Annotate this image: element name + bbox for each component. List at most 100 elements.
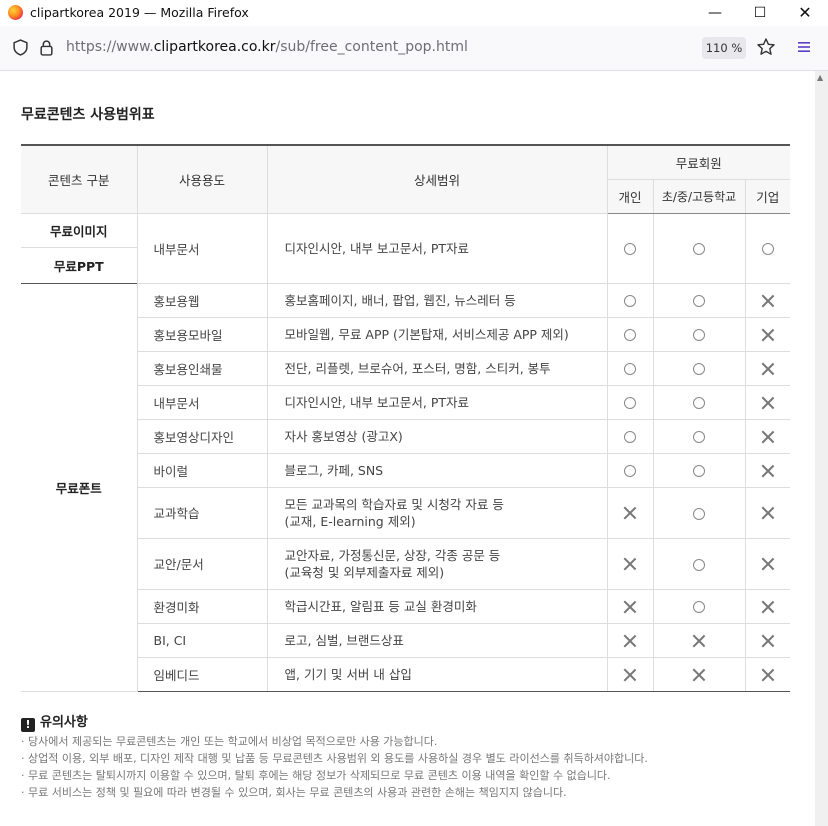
mark-personal	[607, 283, 654, 318]
mark-personal	[607, 213, 654, 284]
mark-personal	[607, 351, 654, 386]
table-row: 홍보용모바일 모바일웹, 무료 APP (기본탑재, 서비스제공 APP 제외)	[21, 317, 791, 352]
cross-icon	[623, 668, 637, 682]
detail-cell: 디자인시안, 내부 보고문서, PT자료	[267, 213, 608, 284]
table-row: 홍보용인쇄물 전단, 리플렛, 브로슈어, 포스터, 명함, 스티커, 봉투	[21, 351, 791, 386]
minimize-icon[interactable]: —	[692, 0, 738, 26]
category-font: 무료폰트	[21, 283, 138, 692]
notice-item: 상업적 이용, 외부 배포, 디자인 제작 대행 및 납품 등 무료콘텐츠 사용…	[21, 750, 648, 767]
detail-note: (교육청 및 외부제출자료 제외)	[284, 564, 445, 580]
detail-cell: 블로그, 카페, SNS	[267, 453, 608, 488]
table-row: 바이럴 블로그, 카페, SNS	[21, 453, 791, 488]
notice-item: 무료 콘텐츠는 탈퇴시까지 이용할 수 있으며, 탈퇴 후에는 해당 정보가 삭…	[21, 767, 648, 784]
detail-line: 모바일웹, 무료 APP (기본탑재, 서비스제공 APP 제외)	[284, 326, 569, 342]
mark-school	[653, 657, 746, 692]
mark-personal	[607, 385, 654, 420]
table-row: 환경미화 학급시간표, 알림표 등 교실 환경미화	[21, 589, 791, 624]
cross-icon	[761, 668, 775, 682]
usage-cell: 환경미화	[137, 589, 268, 624]
star-icon[interactable]	[756, 37, 776, 57]
usage-table: 콘텐츠 구분 사용용도 상세범위 무료회원 개인 초/중/고등학교 기업 무료이…	[21, 144, 791, 692]
category-image: 무료이미지	[21, 213, 138, 248]
detail-line: 블로그, 카페, SNS	[284, 462, 384, 478]
cross-icon	[623, 506, 637, 520]
circle-icon	[693, 558, 705, 571]
cross-icon	[623, 557, 637, 571]
header-usage: 사용용도	[137, 144, 268, 214]
header-personal: 개인	[607, 179, 654, 214]
mark-personal	[607, 453, 654, 488]
mark-personal	[607, 623, 654, 658]
page-title: 무료콘텐츠 사용범위표	[21, 107, 155, 123]
table-row: 임베디드 앱, 기기 및 서버 내 삽입	[21, 657, 791, 692]
detail-line: 학급시간표, 알림표 등 교실 환경미화	[284, 598, 477, 614]
detail-line: 전단, 리플렛, 브로슈어, 포스터, 명함, 스티커, 봉투	[284, 360, 551, 376]
header-school: 초/중/고등학교	[653, 179, 746, 214]
mark-company	[745, 589, 791, 624]
usage-cell: 교안/문서	[137, 538, 268, 590]
detail-cell: 전단, 리플렛, 브로슈어, 포스터, 명함, 스티커, 봉투	[267, 351, 608, 386]
usage-cell: 홍보용인쇄물	[137, 351, 268, 386]
cross-icon	[761, 362, 775, 376]
mark-company	[745, 317, 791, 352]
circle-icon	[693, 465, 705, 477]
detail-line: 홍보홈페이지, 배너, 팝업, 웹진, 뉴스레터 등	[284, 292, 516, 308]
mark-company	[745, 385, 791, 420]
table-row: BI, CI 로고, 심벌, 브랜드상표	[21, 623, 791, 658]
mark-personal	[607, 419, 654, 454]
cross-icon	[761, 634, 775, 648]
cross-icon	[761, 430, 775, 444]
table-row: 홍보영상디자인 자사 홍보영상 (광고X)	[21, 419, 791, 454]
scrollbar[interactable]: ▲	[815, 71, 828, 826]
maximize-icon[interactable]: ☐	[737, 0, 783, 26]
header-company: 기업	[745, 179, 791, 214]
usage-cell: 내부문서	[137, 213, 268, 284]
mark-company	[745, 283, 791, 318]
circle-icon	[624, 363, 636, 375]
lock-icon[interactable]	[38, 39, 55, 56]
circle-icon	[693, 329, 705, 341]
circle-icon	[761, 243, 774, 255]
mark-personal	[607, 657, 654, 692]
notice-title: ! 유의사항	[21, 711, 88, 732]
header-category: 콘텐츠 구분	[21, 144, 138, 214]
header-member-group: 무료회원	[607, 144, 791, 180]
mark-company	[745, 487, 791, 539]
mark-personal	[607, 487, 654, 539]
detail-cell: 교안자료, 가정통신문, 상장, 각종 공문 등 (교육청 및 외부제출자료 제외…	[267, 538, 608, 590]
usage-cell: 홍보용모바일	[137, 317, 268, 352]
url-field[interactable]: https://www.clipartkorea.co.kr/sub/free_…	[66, 39, 468, 55]
cross-icon	[623, 634, 637, 648]
alert-icon: !	[21, 718, 35, 732]
mark-personal	[607, 317, 654, 352]
circle-icon	[624, 243, 636, 255]
firefox-icon	[8, 5, 23, 20]
mark-company	[745, 351, 791, 386]
detail-cell: 학급시간표, 알림표 등 교실 환경미화	[267, 589, 608, 624]
mark-school	[653, 385, 746, 420]
cross-icon	[761, 464, 775, 478]
notice-item: 무료 서비스는 정책 및 필요에 따라 변경될 수 있으며, 회사는 무료 콘텐…	[21, 784, 648, 801]
mark-school	[653, 213, 746, 284]
circle-icon	[693, 431, 705, 443]
detail-cell: 모든 교과목의 학습자료 및 시청각 자료 등 (교재, E-learning 제…	[267, 487, 608, 539]
shield-icon[interactable]	[12, 39, 29, 56]
circle-icon	[624, 295, 636, 307]
detail-cell: 모바일웹, 무료 APP (기본탑재, 서비스제공 APP 제외)	[267, 317, 608, 352]
cross-icon	[692, 668, 706, 682]
font-rows: 무료폰트 홍보용웹 홍보홈페이지, 배너, 팝업, 웹진, 뉴스레터 등 홍보용모바일…	[21, 283, 791, 692]
menu-icon[interactable]	[796, 39, 812, 55]
mark-school	[653, 538, 746, 590]
circle-icon	[693, 363, 705, 375]
detail-line: 자사 홍보영상 (광고X)	[284, 428, 403, 444]
cross-icon	[692, 634, 706, 648]
usage-cell: 임베디드	[137, 657, 268, 692]
usage-cell: 바이럴	[137, 453, 268, 488]
close-icon[interactable]: ✕	[782, 0, 828, 26]
notice-list: 당사에서 제공되는 무료콘텐츠는 개인 또는 학교에서 비상업 목적으로만 사용…	[21, 733, 648, 801]
address-bar: https://www.clipartkorea.co.kr/sub/free_…	[0, 26, 828, 71]
circle-icon	[693, 507, 705, 520]
scroll-up-icon[interactable]: ▲	[817, 73, 823, 82]
mark-school	[653, 317, 746, 352]
zoom-level[interactable]: 110 %	[702, 37, 746, 59]
